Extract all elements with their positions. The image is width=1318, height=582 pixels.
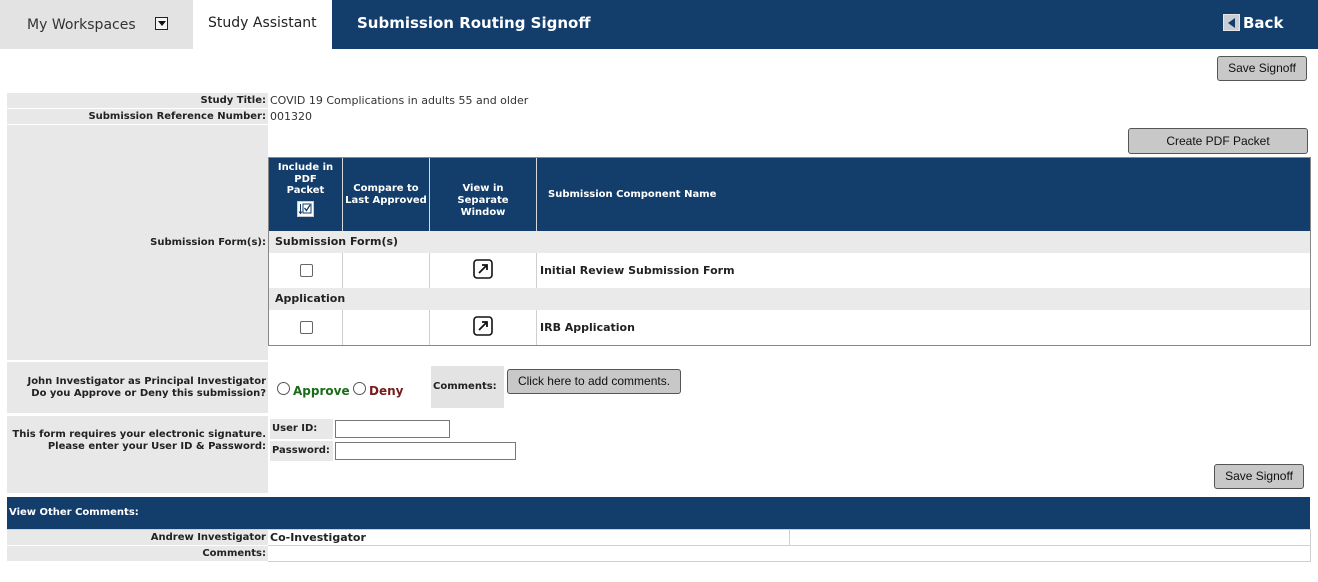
- select-all-icon[interactable]: [297, 200, 314, 217]
- header-include-label: Include in PDF Packet: [277, 162, 334, 196]
- save-signoff-button-top[interactable]: Save Signoff: [1217, 56, 1307, 81]
- approval-question: John Investigator as Principal Investiga…: [7, 362, 268, 413]
- password-label: Password:: [270, 441, 333, 461]
- table-row: IRB Application: [269, 310, 1310, 345]
- approve-label[interactable]: Approve: [293, 384, 350, 398]
- reference-number-label: Submission Reference Number:: [7, 109, 268, 124]
- password-input[interactable]: [335, 442, 516, 460]
- back-arrow-icon: [1223, 14, 1240, 31]
- approval-question-line2: Do you Approve or Deny this submission?: [31, 388, 266, 399]
- approve-radio[interactable]: [277, 382, 290, 395]
- include-checkbox[interactable]: [300, 264, 313, 277]
- view-cell: [430, 310, 537, 345]
- section-header: Submission Form(s): [269, 231, 1310, 253]
- tab-my-workspaces-label: My Workspaces: [27, 17, 136, 33]
- userid-label: User ID:: [270, 419, 333, 439]
- header-view-label: View in Separate Window: [457, 183, 509, 218]
- signature-line1: This form requires your electronic signa…: [12, 429, 266, 440]
- view-cell: [430, 253, 537, 288]
- signature-line2: Please enter your User ID & Password:: [47, 441, 266, 452]
- divider: [268, 545, 1311, 546]
- divider: [789, 530, 790, 545]
- add-comments-button[interactable]: Click here to add comments.: [507, 369, 681, 394]
- tab-study-assistant-label: Study Assistant: [208, 15, 317, 31]
- deny-label[interactable]: Deny: [369, 384, 403, 398]
- components-table: Include in PDF Packet Compare to Last Ap…: [268, 157, 1311, 346]
- view-other-comments-header: View Other Comments:: [7, 497, 1310, 529]
- header-compare-label: Compare to Last Approved: [345, 183, 427, 206]
- include-cell: [269, 253, 343, 288]
- submission-forms-label: Submission Form(s):: [7, 125, 268, 360]
- divider: [268, 561, 1311, 562]
- section-header: Application: [269, 288, 1310, 310]
- header-component-name: Submission Component Name: [548, 189, 717, 200]
- open-window-icon[interactable]: [473, 316, 493, 336]
- table-row: Initial Review Submission Form: [269, 253, 1310, 288]
- compare-cell: [343, 310, 430, 345]
- chevron-down-icon[interactable]: [155, 17, 168, 30]
- commenter-comments-label: Comments:: [7, 546, 268, 561]
- component-name: Initial Review Submission Form: [540, 264, 735, 277]
- component-name: IRB Application: [540, 321, 635, 334]
- compare-cell: [343, 253, 430, 288]
- tab-my-workspaces[interactable]: My Workspaces: [0, 0, 193, 49]
- approval-question-line1: John Investigator as Principal Investiga…: [27, 376, 266, 387]
- back-button[interactable]: Back: [1223, 14, 1283, 32]
- create-pdf-packet-button[interactable]: Create PDF Packet: [1128, 128, 1308, 154]
- study-title-value: COVID 19 Complications in adults 55 and …: [270, 94, 529, 107]
- userid-input[interactable]: [335, 420, 450, 438]
- include-checkbox[interactable]: [300, 321, 313, 334]
- components-table-header: Include in PDF Packet Compare to Last Ap…: [269, 158, 1310, 231]
- header-view: View in Separate Window: [430, 158, 537, 231]
- open-window-icon[interactable]: [473, 259, 493, 279]
- commenter-role: Co-Investigator: [270, 531, 366, 544]
- back-label: Back: [1243, 14, 1284, 32]
- include-cell: [269, 310, 343, 345]
- header-include: Include in PDF Packet: [269, 158, 343, 231]
- deny-radio[interactable]: [353, 382, 366, 395]
- reference-number-value: 001320: [270, 110, 312, 123]
- header-compare: Compare to Last Approved: [343, 158, 430, 231]
- study-title-label: Study Title:: [7, 93, 268, 108]
- signature-instructions: This form requires your electronic signa…: [7, 416, 268, 493]
- tab-study-assistant[interactable]: Study Assistant: [193, 0, 332, 49]
- page-title: Submission Routing Signoff: [357, 14, 591, 32]
- comments-label: Comments:: [431, 366, 504, 408]
- commenter-name: Andrew Investigator: [7, 530, 268, 545]
- save-signoff-button-bottom[interactable]: Save Signoff: [1214, 464, 1304, 489]
